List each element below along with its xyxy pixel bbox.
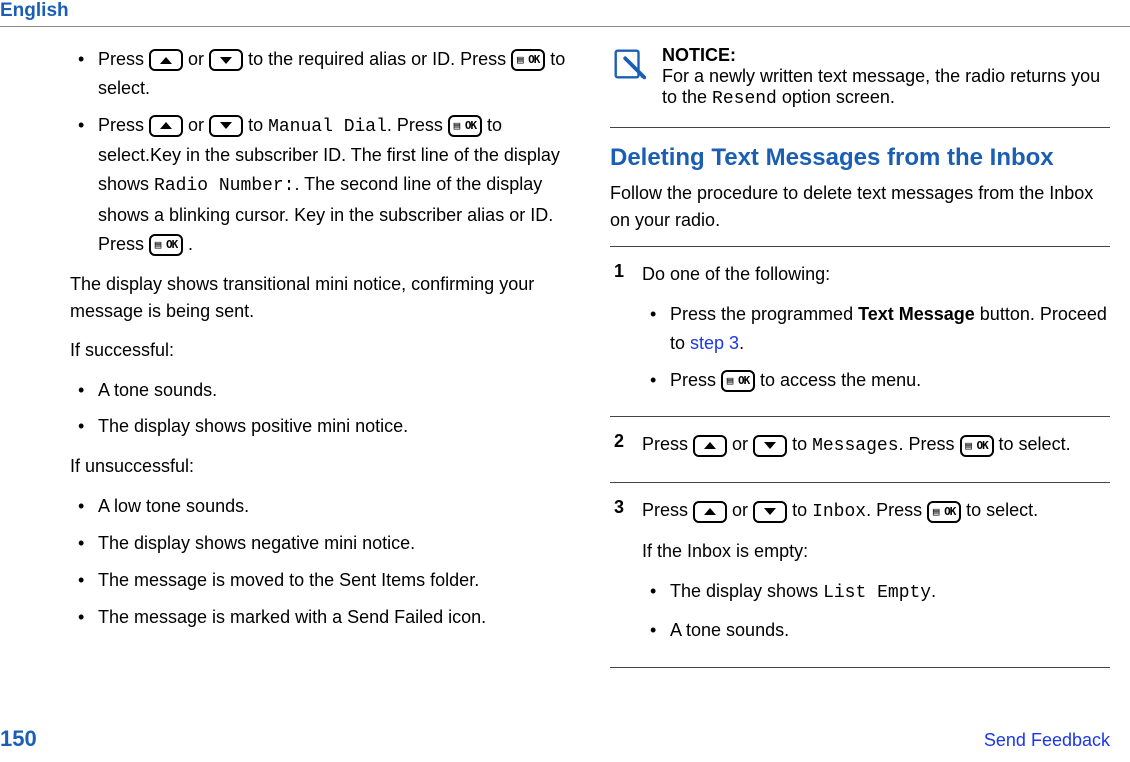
divider (610, 127, 1110, 128)
page-number: 150 (0, 726, 37, 752)
ok-button-icon: ▤ OK (511, 49, 545, 71)
notice-title: NOTICE: (662, 45, 1110, 66)
step-sublist: Press the programmed Text Message button… (642, 300, 1110, 394)
list-item: The message is moved to the Sent Items f… (70, 566, 570, 595)
text: to the required alias or ID. Press (248, 49, 511, 69)
text: . Press (866, 500, 927, 520)
text: or (188, 49, 209, 69)
page-footer: 150 Send Feedback (0, 726, 1110, 752)
step-lead: Do one of the following: (642, 261, 1110, 288)
step-link[interactable]: step 3 (690, 333, 739, 353)
ok-button-icon: ▤ OK (721, 370, 755, 392)
up-arrow-icon (693, 435, 727, 457)
page-header: English (0, 0, 1130, 27)
mono-text: Manual Dial (268, 117, 387, 137)
step-sublist: The display shows List Empty. A tone sou… (642, 577, 1110, 645)
notice-box: NOTICE: For a newly written text message… (610, 45, 1110, 109)
instruction-item: Press or to the required alias or ID. Pr… (70, 45, 570, 103)
step-item: Press or to Messages. Press ▤ OK to sele… (610, 416, 1110, 482)
text: to select. (966, 500, 1038, 520)
notice-body: For a newly written text message, the ra… (662, 66, 1110, 109)
text: Press (98, 115, 149, 135)
down-arrow-icon (209, 49, 243, 71)
ok-button-icon: ▤ OK (448, 115, 482, 137)
mono-text: Messages (812, 436, 898, 456)
text: or (188, 115, 209, 135)
paragraph: If the Inbox is empty: (642, 538, 1110, 565)
section-heading: Deleting Text Messages from the Inbox (610, 144, 1110, 172)
list-item: The display shows List Empty. (642, 577, 1110, 608)
left-column: Press or to the required alias or ID. Pr… (20, 45, 570, 668)
text: . (739, 333, 744, 353)
paragraph: If successful: (70, 337, 570, 364)
list-item: A tone sounds. (70, 376, 570, 405)
bold-text: Text Message (858, 304, 975, 324)
text: Press (670, 370, 721, 390)
up-arrow-icon (693, 501, 727, 523)
instruction-item: Press or to Manual Dial. Press ▤ OK to s… (70, 111, 570, 259)
text: . (188, 234, 193, 254)
ok-button-icon: ▤ OK (960, 435, 994, 457)
list-item: A tone sounds. (642, 616, 1110, 645)
list-item: Press ▤ OK to access the menu. (642, 366, 1110, 395)
text: to select. (999, 434, 1071, 454)
mono-text: List Empty (823, 583, 931, 603)
right-column: NOTICE: For a newly written text message… (610, 45, 1110, 668)
text: . (931, 581, 936, 601)
text: . Press (899, 434, 960, 454)
instruction-list: Press or to the required alias or ID. Pr… (70, 45, 570, 259)
paragraph: The display shows transitional mini noti… (70, 271, 570, 325)
text: . Press (387, 115, 448, 135)
unsuccess-list: A low tone sounds. The display shows neg… (70, 492, 570, 631)
step-text: Press or to Inbox. Press ▤ OK to select. (642, 497, 1110, 526)
text: Press (642, 434, 693, 454)
up-arrow-icon (149, 115, 183, 137)
success-list: A tone sounds. The display shows positiv… (70, 376, 570, 442)
step-item: Press or to Inbox. Press ▤ OK to select.… (610, 482, 1110, 668)
text: to access the menu. (760, 370, 921, 390)
down-arrow-icon (209, 115, 243, 137)
text: or (732, 434, 753, 454)
list-item: The display shows negative mini notice. (70, 529, 570, 558)
text: to (248, 115, 268, 135)
text: Press (642, 500, 693, 520)
text: or (732, 500, 753, 520)
paragraph: If unsuccessful: (70, 453, 570, 480)
text: option screen. (777, 87, 895, 107)
down-arrow-icon (753, 435, 787, 457)
mono-text: Resend (712, 89, 777, 109)
text: Press (98, 49, 149, 69)
content-columns: Press or to the required alias or ID. Pr… (0, 45, 1130, 668)
language-label: English (0, 0, 69, 21)
list-item: A low tone sounds. (70, 492, 570, 521)
section-intro: Follow the procedure to delete text mess… (610, 180, 1110, 234)
step-item: Do one of the following: Press the progr… (610, 246, 1110, 416)
step-text: Press or to Messages. Press ▤ OK to sele… (642, 431, 1110, 460)
notice-content: NOTICE: For a newly written text message… (662, 45, 1110, 109)
mono-text: Inbox (812, 502, 866, 522)
down-arrow-icon (753, 501, 787, 523)
ok-button-icon: ▤ OK (149, 234, 183, 256)
text: The display shows (670, 581, 823, 601)
list-item: The display shows positive mini notice. (70, 412, 570, 441)
mono-text: Radio Number: (154, 176, 294, 196)
list-item: Press the programmed Text Message button… (642, 300, 1110, 358)
text: to (792, 434, 812, 454)
steps-list: Do one of the following: Press the progr… (610, 246, 1110, 668)
list-item: The message is marked with a Send Failed… (70, 603, 570, 632)
up-arrow-icon (149, 49, 183, 71)
ok-button-icon: ▤ OK (927, 501, 961, 523)
send-feedback-link[interactable]: Send Feedback (984, 730, 1110, 751)
text: Press the programmed (670, 304, 858, 324)
text: to (792, 500, 812, 520)
notice-icon (610, 45, 648, 83)
